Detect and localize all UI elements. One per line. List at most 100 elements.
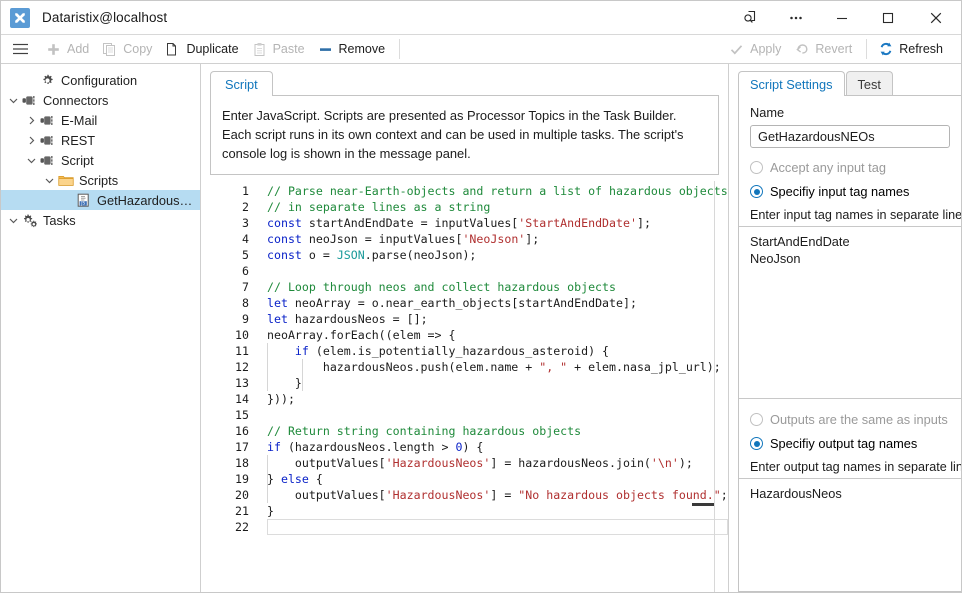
tree-item-e-mail[interactable]: E-Mail (1, 110, 200, 130)
revert-button[interactable]: Revert (789, 38, 858, 60)
close-button[interactable] (911, 2, 961, 34)
radio-indicator (750, 437, 763, 450)
chevron-right-icon[interactable] (23, 112, 39, 128)
code-text-area[interactable]: // Parse near-Earth-objects and return a… (256, 181, 728, 592)
plug-icon (21, 92, 38, 108)
chevron-down-icon[interactable] (23, 152, 39, 168)
script-name-input[interactable]: GetHazardousNEOs (750, 125, 950, 148)
menu-icon[interactable] (7, 38, 33, 60)
code-token: // Parse near-Earth-objects and return a… (267, 184, 728, 198)
code-line[interactable]: if (elem.is_potentially_hazardous_astero… (267, 343, 728, 359)
main-body: Configuration Connectors E-Mail REST Script S… (1, 64, 961, 592)
tree-item-label: Scripts (79, 172, 119, 188)
copy-icon (101, 41, 118, 58)
tab-script-settings[interactable]: Script Settings (738, 71, 845, 96)
code-line[interactable]: // Return string containing hazardous ob… (267, 423, 728, 439)
code-line[interactable]: // Loop through neos and collect hazardo… (267, 279, 728, 295)
remove-button[interactable]: Remove (313, 38, 392, 60)
tree-item-scripts[interactable]: Scripts (1, 170, 200, 190)
refresh-button[interactable]: Refresh (873, 38, 949, 60)
plus-icon (45, 41, 62, 58)
chevron-down-icon[interactable] (5, 92, 21, 108)
code-editor[interactable]: 1 2 3 4 5 6 7 8 9 10 11 12 13 14 15 16 17 18 19 20 21 22 // P… (210, 181, 728, 592)
settings-pane: Script Settings Test Name GetHazardousNE… (729, 64, 961, 592)
editor-right-rule (714, 181, 715, 592)
chevron-down-icon[interactable] (5, 212, 21, 228)
radio-label: Accept any input tag (770, 160, 886, 175)
line-number: 18 (235, 456, 249, 470)
code-line[interactable]: neoArray.forEach((elem => { (267, 327, 728, 343)
code-line[interactable]: const o = JSON.parse(neoJson); (267, 247, 728, 263)
radio-accept-any-input[interactable]: Accept any input tag (750, 157, 950, 178)
code-token: ] = (490, 488, 519, 502)
radio-specify-output[interactable]: Specifiy output tag names (750, 433, 950, 454)
horizontal-scrollbar[interactable] (256, 503, 714, 506)
tree-item-configuration[interactable]: Configuration (1, 70, 200, 90)
refresh-label: Refresh (899, 42, 943, 56)
code-line[interactable]: hazardousNeos.push(elem.name + ", " + el… (267, 359, 728, 375)
output-tags-textarea[interactable]: HazardousNeos (739, 478, 961, 591)
code-token: 'HazardousNeos' (385, 456, 491, 470)
tree-item-gethazardousneos[interactable]: JS GetHazardousNEOs (1, 190, 200, 210)
minimize-button[interactable] (819, 2, 865, 34)
code-line[interactable] (267, 519, 728, 535)
radio-label: Specifiy input tag names (770, 184, 910, 199)
tab-test[interactable]: Test (845, 71, 893, 96)
apply-button[interactable]: Apply (724, 38, 787, 60)
tree-item-script[interactable]: Script (1, 150, 200, 170)
code-token: ] = hazardousNeos.join( (490, 456, 651, 470)
code-line[interactable] (267, 407, 728, 423)
line-number: 10 (235, 328, 249, 342)
code-line[interactable]: const startAndEndDate = inputValues['Sta… (267, 215, 728, 231)
scrollbar-thumb[interactable] (692, 503, 714, 506)
code-line[interactable]: const neoJson = inputValues['NeoJson']; (267, 231, 728, 247)
code-line[interactable]: } else { (267, 471, 728, 487)
copy-button[interactable]: Copy (97, 38, 158, 60)
chevron-down-icon[interactable] (41, 172, 57, 188)
chevron-right-icon[interactable] (23, 132, 39, 148)
radio-outputs-same-as-inputs[interactable]: Outputs are the same as inputs (750, 409, 950, 430)
tree-item-rest[interactable]: REST (1, 130, 200, 150)
code-token: ]; (525, 232, 540, 246)
radio-specify-input[interactable]: Specifiy input tag names (750, 181, 950, 202)
script-editor-pane: Script Enter JavaScript. Scripts are pre… (201, 64, 729, 592)
code-line[interactable] (267, 263, 728, 279)
maximize-button[interactable] (865, 2, 911, 34)
line-number: 16 (235, 424, 249, 438)
code-token: hazardousNeos.push(elem.name + (267, 360, 540, 374)
line-number: 12 (235, 360, 249, 374)
input-tag-line: NeoJson (750, 251, 801, 266)
main-toolbar: Add Copy Duplicate Paste Remove Apply Re… (1, 35, 961, 64)
code-line[interactable]: // Parse near-Earth-objects and return a… (267, 183, 728, 199)
tab-script[interactable]: Script (210, 71, 273, 96)
code-token: neoArray = o.near_earth_objects[startAnd… (287, 296, 637, 310)
code-line[interactable]: })); (267, 391, 728, 407)
folder-icon (57, 172, 74, 188)
code-token: o = (301, 248, 337, 262)
toolbar-divider-2 (866, 39, 868, 59)
output-tags-hint: Enter output tag names in separate lines (750, 460, 961, 474)
search-page-icon[interactable] (727, 2, 773, 34)
code-line[interactable]: let hazardousNeos = []; (267, 311, 728, 327)
code-line[interactable]: outputValues['HazardousNeos'] = hazardou… (267, 455, 728, 471)
tree-item-label: REST (61, 132, 96, 148)
tree-item-tasks[interactable]: Tasks (1, 210, 200, 230)
tree-item-connectors[interactable]: Connectors (1, 90, 200, 110)
code-token: // Loop through neos and collect hazardo… (267, 280, 617, 294)
code-line[interactable]: outputValues['HazardousNeos'] = "No haza… (267, 487, 728, 503)
code-line[interactable]: let neoArray = o.near_earth_objects[star… (267, 295, 728, 311)
input-tags-textarea[interactable]: StartAndEndDate NeoJson (739, 226, 961, 398)
settings-tabstrip: Script Settings Test (729, 71, 961, 96)
code-line[interactable]: } (267, 375, 728, 391)
add-button[interactable]: Add (41, 38, 95, 60)
name-label: Name (750, 105, 785, 120)
code-line[interactable]: if (hazardousNeos.length > 0) { (267, 439, 728, 455)
revert-label: Revert (815, 42, 853, 56)
center-tabstrip: Script (210, 71, 728, 96)
paste-button[interactable]: Paste (247, 38, 311, 60)
radio-label: Specifiy output tag names (770, 436, 918, 451)
duplicate-button[interactable]: Duplicate (160, 38, 244, 60)
code-token: outputValues[ (267, 488, 386, 502)
code-line[interactable]: // in separate lines as a string (267, 199, 728, 215)
more-options-button[interactable] (773, 2, 819, 34)
